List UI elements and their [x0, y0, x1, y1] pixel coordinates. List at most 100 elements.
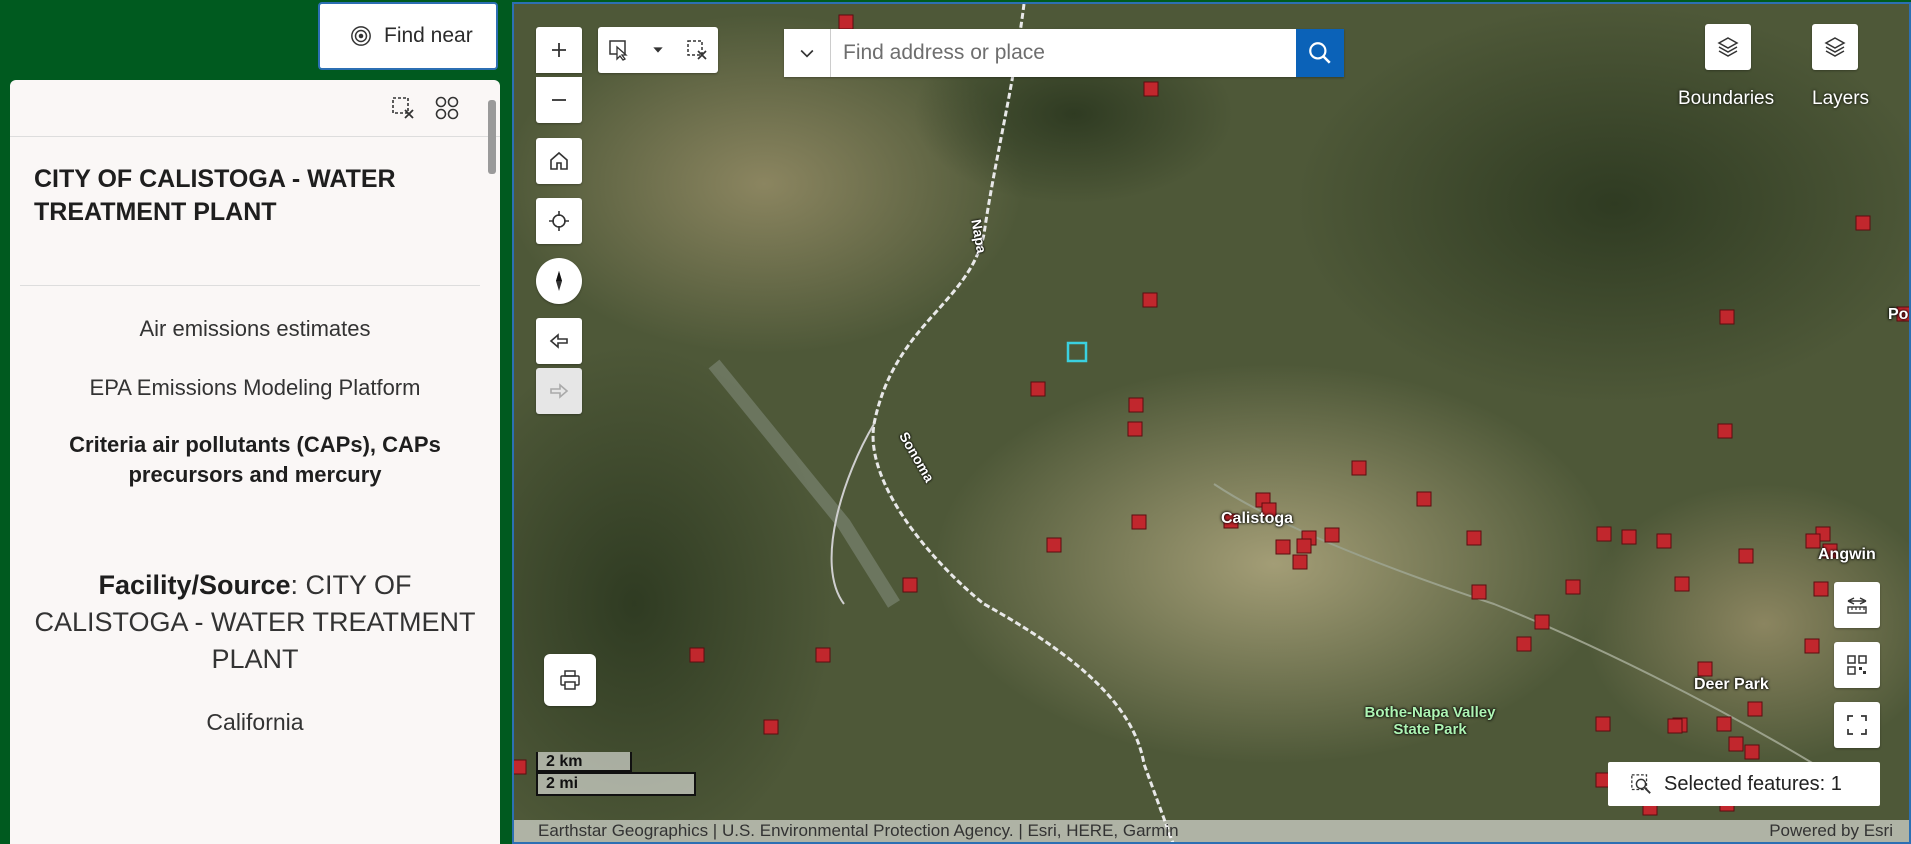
- facility-marker[interactable]: [838, 14, 854, 30]
- print-button[interactable]: [544, 654, 596, 706]
- next-extent-button[interactable]: [536, 368, 582, 414]
- printer-icon: [560, 670, 580, 690]
- home-button[interactable]: [536, 138, 582, 184]
- previous-extent-button[interactable]: [536, 318, 582, 364]
- facility-marker[interactable]: [689, 647, 705, 663]
- zoom-out-button[interactable]: [536, 77, 582, 123]
- facility-marker[interactable]: [1030, 381, 1046, 397]
- panel-scrollbar[interactable]: [488, 100, 496, 174]
- layers-icon: [1824, 37, 1846, 57]
- scale-mi: 2 mi: [536, 772, 696, 796]
- facility-marker[interactable]: [1127, 421, 1143, 437]
- facility-marker[interactable]: [1744, 744, 1760, 760]
- facility-marker[interactable]: [1596, 526, 1612, 542]
- facility-marker[interactable]: [1747, 701, 1763, 717]
- divider: [20, 285, 480, 286]
- place-label-deer-park: Deer Park: [1694, 676, 1769, 693]
- facility-marker[interactable]: [1131, 514, 1147, 530]
- clear-selection-icon[interactable]: [390, 95, 416, 121]
- boundaries-label: Boundaries: [1678, 88, 1775, 109]
- feature-title: CITY OF CALISTOGA - WATER TREATMENT PLAN…: [34, 165, 396, 226]
- selected-facility-marker[interactable]: [1066, 341, 1088, 363]
- layers-icon: [1717, 37, 1739, 57]
- facility-marker[interactable]: [1046, 537, 1062, 553]
- facility-marker[interactable]: [1143, 81, 1159, 97]
- place-label-calistoga: Calistoga: [1221, 510, 1294, 527]
- facility-marker[interactable]: [1296, 538, 1312, 554]
- facility-markers[interactable]: [514, 4, 1911, 844]
- compass-icon: [556, 271, 562, 291]
- map-view[interactable]: Napa Sonoma Calistoga Angwin Deer Park P…: [512, 2, 1911, 844]
- facility-marker[interactable]: [815, 647, 831, 663]
- selected-features-label: Selected features: 1: [1664, 772, 1842, 795]
- select-tools: [598, 27, 718, 73]
- scale-bar: 2 km 2 mi: [536, 752, 696, 796]
- facility-text: Facility/Source: CITY OF CALISTOGA - WAT…: [30, 567, 480, 677]
- facility-marker[interactable]: [1738, 548, 1754, 564]
- search-input[interactable]: Find address or place: [831, 29, 1296, 77]
- crosshair-icon: [549, 211, 569, 231]
- layers-button[interactable]: [1812, 24, 1858, 70]
- search-icon: [1309, 42, 1331, 64]
- facility-marker[interactable]: [1516, 636, 1532, 652]
- facility-marker[interactable]: [1466, 530, 1482, 546]
- home-icon: [550, 151, 568, 170]
- clear-selection-icon[interactable]: [685, 38, 709, 62]
- facility-marker[interactable]: [1621, 529, 1637, 545]
- facility-marker[interactable]: [1534, 614, 1550, 630]
- boundaries-button[interactable]: [1705, 24, 1751, 70]
- facility-marker[interactable]: [1719, 309, 1735, 325]
- fullscreen-button[interactable]: [1834, 702, 1880, 748]
- facility-marker[interactable]: [763, 719, 779, 735]
- facility-marker[interactable]: [902, 577, 918, 593]
- facility-marker[interactable]: [1416, 491, 1432, 507]
- facility-marker[interactable]: [514, 759, 527, 775]
- category-text: Air emissions estimates: [139, 316, 371, 341]
- search-widget: Find address or place: [784, 29, 1344, 77]
- facility-marker[interactable]: [1324, 527, 1340, 543]
- app-root: Find near CITY OF CALISTOGA - WATER TREA…: [0, 0, 1911, 844]
- facility-marker[interactable]: [1351, 460, 1367, 476]
- zoom-to-selection-icon: [1631, 774, 1651, 794]
- locate-button[interactable]: [536, 198, 582, 244]
- search-source-dropdown[interactable]: [784, 29, 831, 77]
- search-button[interactable]: [1296, 29, 1344, 77]
- map-attribution: Earthstar Geographics | U.S. Environment…: [514, 820, 1909, 842]
- measure-icon: [1847, 597, 1867, 614]
- facility-marker[interactable]: [1292, 554, 1308, 570]
- facility-marker[interactable]: [1697, 661, 1713, 677]
- facility-marker[interactable]: [1717, 423, 1733, 439]
- facility-marker[interactable]: [1855, 215, 1871, 231]
- radar-icon: [351, 26, 371, 46]
- park-label: Bothe-Napa Valley State Park: [1364, 704, 1496, 739]
- compass-button[interactable]: [536, 258, 582, 304]
- facility-marker[interactable]: [1142, 292, 1158, 308]
- measure-button[interactable]: [1834, 582, 1880, 628]
- facility-marker[interactable]: [1728, 736, 1744, 752]
- feature-details: Air emissions estimates EPA Emissions Mo…: [10, 314, 500, 736]
- facility-marker[interactable]: [1674, 576, 1690, 592]
- find-near-button[interactable]: Find near: [318, 2, 498, 70]
- facility-marker[interactable]: [1595, 716, 1611, 732]
- scale-km: 2 km: [536, 752, 632, 772]
- panel-toolbar: [10, 80, 500, 137]
- qr-code-button[interactable]: [1834, 642, 1880, 688]
- apps-grid-icon[interactable]: [434, 95, 460, 121]
- facility-marker[interactable]: [1128, 397, 1144, 413]
- selected-features-button[interactable]: Selected features: 1: [1608, 762, 1880, 806]
- facility-marker[interactable]: [1565, 579, 1581, 595]
- facility-marker[interactable]: [1471, 584, 1487, 600]
- facility-marker[interactable]: [1667, 718, 1683, 734]
- facility-marker[interactable]: [1813, 581, 1829, 597]
- source-text: EPA Emissions Modeling Platform: [89, 374, 421, 400]
- attribution-text: Earthstar Geographics | U.S. Environment…: [538, 821, 1179, 840]
- facility-marker[interactable]: [1716, 716, 1732, 732]
- arrow-right-icon: [550, 383, 569, 399]
- chevron-down-icon[interactable]: [650, 42, 666, 58]
- facility-marker[interactable]: [1275, 539, 1291, 555]
- minus-icon: [552, 99, 566, 101]
- facility-marker[interactable]: [1656, 533, 1672, 549]
- zoom-in-button[interactable]: [536, 27, 582, 73]
- select-pointer-icon[interactable]: [607, 38, 631, 62]
- facility-marker[interactable]: [1804, 638, 1820, 654]
